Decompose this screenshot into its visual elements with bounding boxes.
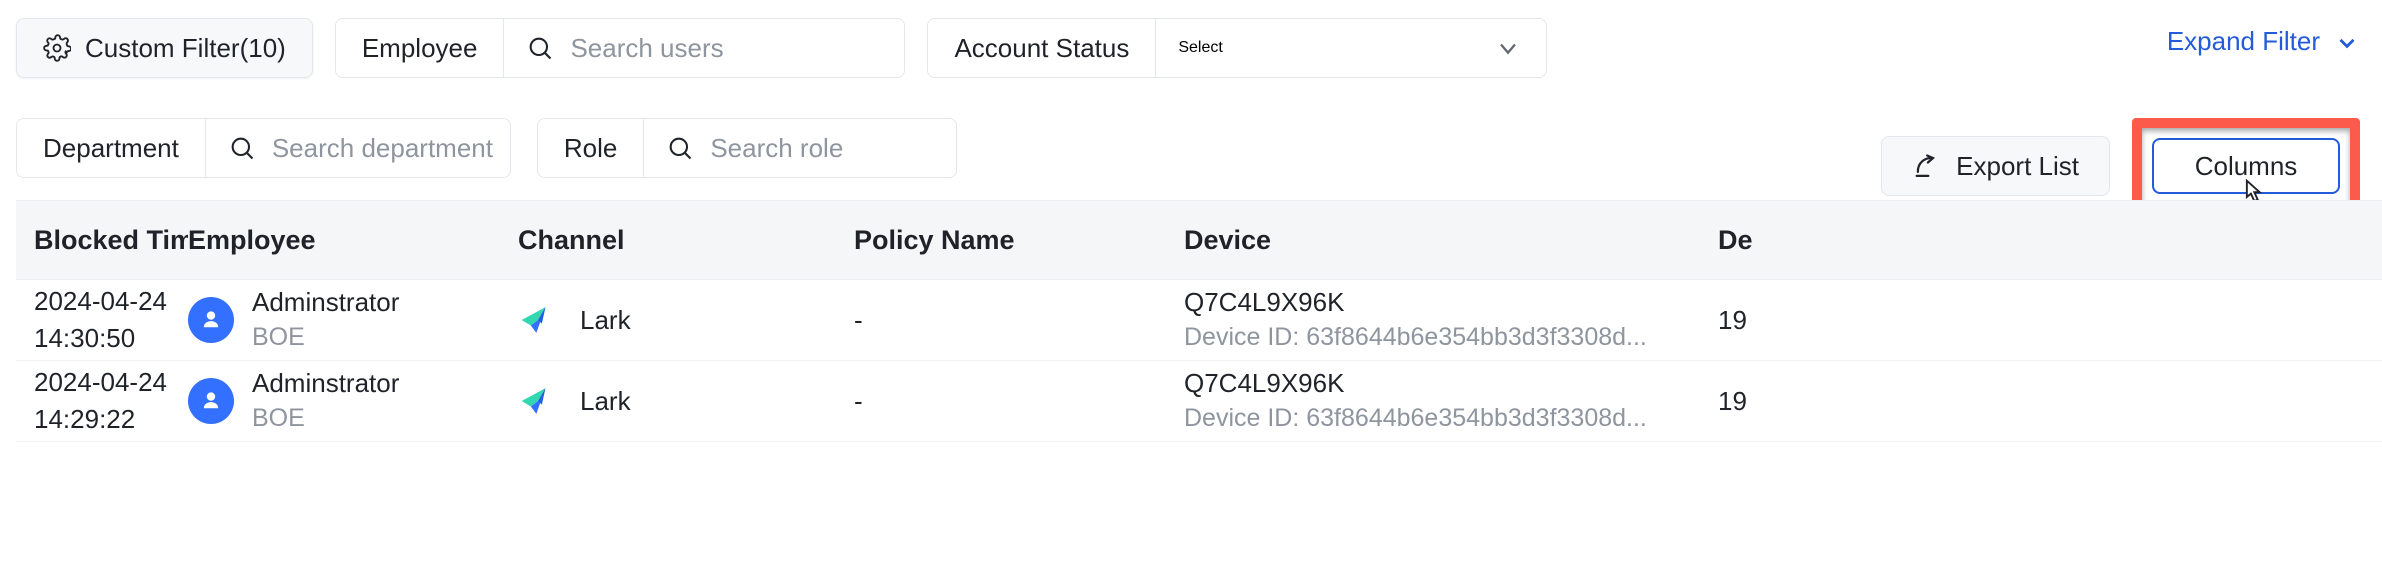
cell-policy-name: -: [854, 305, 1184, 336]
role-search-input[interactable]: Search role: [644, 119, 957, 177]
export-list-label: Export List: [1956, 150, 2079, 181]
employee-filter-group: Employee Search users: [334, 18, 906, 78]
expand-filter-link[interactable]: Expand Filter: [2167, 26, 2360, 57]
role-filter-group: Role Search role: [536, 118, 958, 178]
cell-policy-name: -: [854, 386, 1184, 417]
user-avatar-icon: [188, 378, 234, 424]
custom-filter-label: Custom Filter(10): [85, 32, 286, 63]
device-name: Q7C4L9X96K: [1184, 287, 1345, 318]
device-id: Device ID: 63f8644b6e354bb3d3f3308d...: [1184, 405, 1647, 433]
truncated-value: 19: [1718, 385, 1747, 416]
department-search-placeholder: Search department: [271, 132, 493, 163]
cell-employee: Adminstrator BOE: [188, 369, 518, 432]
table-row[interactable]: 2024-04-24 14:30:50 Adminstrator BOE Lar…: [16, 280, 2382, 361]
blocked-time-date: 2024-04-24: [34, 367, 167, 398]
account-status-placeholder: Select: [1178, 39, 1223, 56]
custom-filter-button[interactable]: Custom Filter(10): [16, 18, 313, 78]
department-filter-group: Department Search department: [16, 118, 511, 178]
cell-device: Q7C4L9X96K Device ID: 63f8644b6e354bb3d3…: [1184, 369, 1718, 432]
policy-name-value: -: [854, 304, 863, 335]
gear-icon: [43, 34, 71, 62]
table-row[interactable]: 2024-04-24 14:29:22 Adminstrator BOE Lar…: [16, 361, 2382, 442]
cell-blocked-time: 2024-04-24 14:30:50: [16, 287, 188, 352]
page-root: Custom Filter(10) Employee Search users …: [0, 0, 2382, 572]
cell-truncated: 19: [1718, 386, 1918, 417]
employee-filter-label: Employee: [335, 19, 505, 77]
filter-row-primary: Custom Filter(10) Employee Search users …: [16, 18, 1548, 78]
column-header-truncated[interactable]: De: [1718, 225, 1918, 256]
device-name: Q7C4L9X96K: [1184, 368, 1345, 399]
policy-name-value: -: [854, 385, 863, 416]
employee-name: Adminstrator: [252, 287, 400, 318]
cell-blocked-time: 2024-04-24 14:29:22: [16, 368, 188, 433]
filter-row-secondary: Department Search department Role Search…: [16, 118, 958, 178]
column-header-policy-name[interactable]: Policy Name: [854, 225, 1184, 256]
account-status-select[interactable]: Select: [1156, 19, 1546, 77]
employee-org: BOE: [252, 323, 305, 352]
blocked-time-time: 14:30:50: [34, 323, 136, 353]
account-status-filter-group: Account Status Select: [927, 18, 1548, 78]
department-filter-label: Department: [17, 119, 206, 177]
column-header-blocked-time[interactable]: Blocked Time: [16, 225, 188, 256]
export-list-button[interactable]: Export List: [1881, 136, 2110, 196]
columns-button[interactable]: Columns: [2152, 138, 2340, 194]
channel-name: Lark: [580, 385, 631, 416]
share-export-icon: [1912, 152, 1940, 180]
cell-device: Q7C4L9X96K Device ID: 63f8644b6e354bb3d3…: [1184, 288, 1718, 351]
cell-channel: Lark: [518, 298, 854, 342]
column-header-channel[interactable]: Channel: [518, 225, 854, 256]
search-icon: [228, 134, 256, 162]
chevron-down-icon: [1494, 34, 1522, 62]
blocked-records-table: Blocked Time Employee Channel Policy Nam…: [16, 200, 2382, 442]
employee-search-placeholder: Search users: [570, 32, 724, 63]
cell-employee: Adminstrator BOE: [188, 288, 518, 351]
lark-logo-icon: [518, 298, 562, 342]
table-header-row: Blocked Time Employee Channel Policy Nam…: [16, 200, 2382, 280]
role-search-placeholder: Search role: [710, 132, 844, 163]
role-filter-label: Role: [537, 119, 645, 177]
device-id: Device ID: 63f8644b6e354bb3d3f3308d...: [1184, 324, 1647, 352]
lark-logo-icon: [518, 379, 562, 423]
department-search-input[interactable]: Search department: [205, 119, 510, 177]
employee-search-input[interactable]: Search users: [504, 19, 905, 77]
user-avatar-icon: [188, 297, 234, 343]
employee-name: Adminstrator: [252, 368, 400, 399]
column-header-device[interactable]: Device: [1184, 225, 1718, 256]
column-header-employee[interactable]: Employee: [188, 225, 518, 256]
cell-truncated: 19: [1718, 305, 1918, 336]
account-status-label: Account Status: [928, 19, 1157, 77]
expand-filter-label: Expand Filter: [2166, 26, 2320, 56]
search-icon: [666, 134, 694, 162]
cell-channel: Lark: [518, 379, 854, 423]
chevron-down-icon: [2334, 29, 2360, 55]
blocked-time-time: 14:29:22: [34, 404, 136, 434]
truncated-value: 19: [1718, 304, 1747, 335]
employee-org: BOE: [252, 404, 305, 433]
channel-name: Lark: [580, 304, 631, 335]
columns-button-label: Columns: [2194, 150, 2298, 181]
search-icon: [526, 34, 554, 62]
blocked-time-date: 2024-04-24: [34, 286, 167, 317]
